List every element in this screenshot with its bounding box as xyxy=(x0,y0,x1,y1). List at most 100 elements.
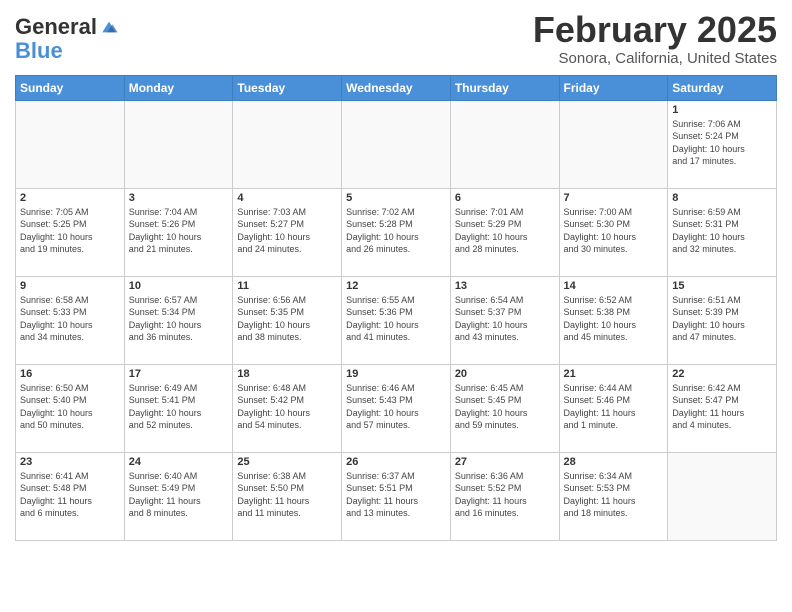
calendar-cell: 9 Sunrise: 6:58 AM Sunset: 5:33 PM Daylig… xyxy=(16,276,125,364)
day-number: 9 xyxy=(20,280,120,292)
day-number: 7 xyxy=(564,192,664,204)
day-header-sunday: Sunday xyxy=(16,75,125,100)
day-number: 14 xyxy=(564,280,664,292)
calendar-week-4: 16 Sunrise: 6:50 AM Sunset: 5:40 PM Dayli… xyxy=(16,364,777,452)
calendar-cell: 27 Sunrise: 6:36 AM Sunset: 5:52 PM Dayli… xyxy=(450,452,559,540)
day-detail: Sunrise: 6:54 AM Sunset: 5:37 PM Dayligh… xyxy=(455,294,555,344)
calendar-cell: 24 Sunrise: 6:40 AM Sunset: 5:49 PM Dayli… xyxy=(124,452,233,540)
calendar-week-2: 2Sunrise: 7:05 AM Sunset: 5:25 PM Daylig… xyxy=(16,188,777,276)
day-number: 12 xyxy=(346,280,446,292)
calendar-cell: 20Sunrise: 6:45 AM Sunset: 5:45 PM Dayli… xyxy=(450,364,559,452)
calendar-cell: 10Sunrise: 6:57 AM Sunset: 5:34 PM Dayli… xyxy=(124,276,233,364)
calendar-header-row: SundayMondayTuesdayWednesdayThursdayFrid… xyxy=(16,75,777,100)
calendar-cell: 23 Sunrise: 6:41 AM Sunset: 5:48 PM Dayli… xyxy=(16,452,125,540)
day-number: 23 xyxy=(20,456,120,468)
logo-text-blue: Blue xyxy=(15,38,63,63)
day-number: 20 xyxy=(455,368,555,380)
day-header-tuesday: Tuesday xyxy=(233,75,342,100)
day-detail: Sunrise: 6:49 AM Sunset: 5:41 PM Dayligh… xyxy=(129,382,229,432)
calendar-cell xyxy=(233,100,342,188)
logo: General Blue xyxy=(15,15,119,63)
calendar-cell: 25Sunrise: 6:38 AM Sunset: 5:50 PM Dayli… xyxy=(233,452,342,540)
day-number: 21 xyxy=(564,368,664,380)
day-detail: Sunrise: 7:04 AM Sunset: 5:26 PM Dayligh… xyxy=(129,206,229,256)
logo-icon xyxy=(99,17,119,37)
calendar-cell: 7 Sunrise: 7:00 AM Sunset: 5:30 PM Daylig… xyxy=(559,188,668,276)
day-detail: Sunrise: 6:34 AM Sunset: 5:53 PM Dayligh… xyxy=(564,470,664,520)
calendar-week-3: 9 Sunrise: 6:58 AM Sunset: 5:33 PM Daylig… xyxy=(16,276,777,364)
day-number: 13 xyxy=(455,280,555,292)
day-number: 24 xyxy=(129,456,229,468)
day-number: 2 xyxy=(20,192,120,204)
calendar-cell xyxy=(559,100,668,188)
day-header-friday: Friday xyxy=(559,75,668,100)
day-detail: Sunrise: 6:40 AM Sunset: 5:49 PM Dayligh… xyxy=(129,470,229,520)
calendar-week-1: 1Sunrise: 7:06 AM Sunset: 5:24 PM Daylig… xyxy=(16,100,777,188)
day-number: 16 xyxy=(20,368,120,380)
day-number: 11 xyxy=(237,280,337,292)
calendar-cell: 12Sunrise: 6:55 AM Sunset: 5:36 PM Dayli… xyxy=(342,276,451,364)
calendar-cell xyxy=(450,100,559,188)
day-number: 6 xyxy=(455,192,555,204)
page-container: General Blue February 2025 Sonora, Calif… xyxy=(0,0,792,546)
main-title: February 2025 xyxy=(533,10,777,50)
day-number: 19 xyxy=(346,368,446,380)
day-detail: Sunrise: 6:52 AM Sunset: 5:38 PM Dayligh… xyxy=(564,294,664,344)
calendar-cell: 5 Sunrise: 7:02 AM Sunset: 5:28 PM Daylig… xyxy=(342,188,451,276)
calendar-cell: 8 Sunrise: 6:59 AM Sunset: 5:31 PM Daylig… xyxy=(668,188,777,276)
day-number: 5 xyxy=(346,192,446,204)
day-detail: Sunrise: 6:41 AM Sunset: 5:48 PM Dayligh… xyxy=(20,470,120,520)
day-detail: Sunrise: 6:51 AM Sunset: 5:39 PM Dayligh… xyxy=(672,294,772,344)
day-detail: Sunrise: 6:46 AM Sunset: 5:43 PM Dayligh… xyxy=(346,382,446,432)
day-number: 26 xyxy=(346,456,446,468)
calendar-cell: 6Sunrise: 7:01 AM Sunset: 5:29 PM Daylig… xyxy=(450,188,559,276)
calendar-cell xyxy=(124,100,233,188)
title-section: February 2025 Sonora, California, United… xyxy=(533,10,777,67)
calendar-cell: 3 Sunrise: 7:04 AM Sunset: 5:26 PM Daylig… xyxy=(124,188,233,276)
subtitle: Sonora, California, United States xyxy=(533,50,777,67)
calendar-cell: 19 Sunrise: 6:46 AM Sunset: 5:43 PM Dayli… xyxy=(342,364,451,452)
day-header-thursday: Thursday xyxy=(450,75,559,100)
calendar-cell: 13 Sunrise: 6:54 AM Sunset: 5:37 PM Dayli… xyxy=(450,276,559,364)
calendar-cell xyxy=(668,452,777,540)
day-detail: Sunrise: 6:37 AM Sunset: 5:51 PM Dayligh… xyxy=(346,470,446,520)
calendar-cell xyxy=(342,100,451,188)
day-number: 15 xyxy=(672,280,772,292)
calendar-cell: 28 Sunrise: 6:34 AM Sunset: 5:53 PM Dayli… xyxy=(559,452,668,540)
day-header-wednesday: Wednesday xyxy=(342,75,451,100)
header: General Blue February 2025 Sonora, Calif… xyxy=(15,10,777,67)
day-header-saturday: Saturday xyxy=(668,75,777,100)
calendar-cell xyxy=(16,100,125,188)
day-header-monday: Monday xyxy=(124,75,233,100)
calendar-cell: 1Sunrise: 7:06 AM Sunset: 5:24 PM Daylig… xyxy=(668,100,777,188)
day-number: 25 xyxy=(237,456,337,468)
calendar-cell: 2Sunrise: 7:05 AM Sunset: 5:25 PM Daylig… xyxy=(16,188,125,276)
day-number: 8 xyxy=(672,192,772,204)
calendar-cell: 11Sunrise: 6:56 AM Sunset: 5:35 PM Dayli… xyxy=(233,276,342,364)
day-number: 22 xyxy=(672,368,772,380)
calendar-cell: 26 Sunrise: 6:37 AM Sunset: 5:51 PM Dayli… xyxy=(342,452,451,540)
day-detail: Sunrise: 6:42 AM Sunset: 5:47 PM Dayligh… xyxy=(672,382,772,432)
day-number: 27 xyxy=(455,456,555,468)
calendar-cell: 22 Sunrise: 6:42 AM Sunset: 5:47 PM Dayli… xyxy=(668,364,777,452)
day-number: 3 xyxy=(129,192,229,204)
calendar-cell: 15 Sunrise: 6:51 AM Sunset: 5:39 PM Dayli… xyxy=(668,276,777,364)
day-detail: Sunrise: 6:58 AM Sunset: 5:33 PM Dayligh… xyxy=(20,294,120,344)
day-detail: Sunrise: 6:36 AM Sunset: 5:52 PM Dayligh… xyxy=(455,470,555,520)
day-detail: Sunrise: 6:44 AM Sunset: 5:46 PM Dayligh… xyxy=(564,382,664,432)
day-detail: Sunrise: 6:59 AM Sunset: 5:31 PM Dayligh… xyxy=(672,206,772,256)
day-detail: Sunrise: 7:02 AM Sunset: 5:28 PM Dayligh… xyxy=(346,206,446,256)
day-detail: Sunrise: 6:48 AM Sunset: 5:42 PM Dayligh… xyxy=(237,382,337,432)
calendar-cell: 4Sunrise: 7:03 AM Sunset: 5:27 PM Daylig… xyxy=(233,188,342,276)
calendar-cell: 21 Sunrise: 6:44 AM Sunset: 5:46 PM Dayli… xyxy=(559,364,668,452)
day-number: 1 xyxy=(672,104,772,116)
day-detail: Sunrise: 7:00 AM Sunset: 5:30 PM Dayligh… xyxy=(564,206,664,256)
day-number: 28 xyxy=(564,456,664,468)
day-number: 18 xyxy=(237,368,337,380)
calendar-cell: 18 Sunrise: 6:48 AM Sunset: 5:42 PM Dayli… xyxy=(233,364,342,452)
calendar-cell: 17Sunrise: 6:49 AM Sunset: 5:41 PM Dayli… xyxy=(124,364,233,452)
logo-text: General xyxy=(15,15,97,39)
day-detail: Sunrise: 6:50 AM Sunset: 5:40 PM Dayligh… xyxy=(20,382,120,432)
day-number: 10 xyxy=(129,280,229,292)
calendar-cell: 14 Sunrise: 6:52 AM Sunset: 5:38 PM Dayli… xyxy=(559,276,668,364)
